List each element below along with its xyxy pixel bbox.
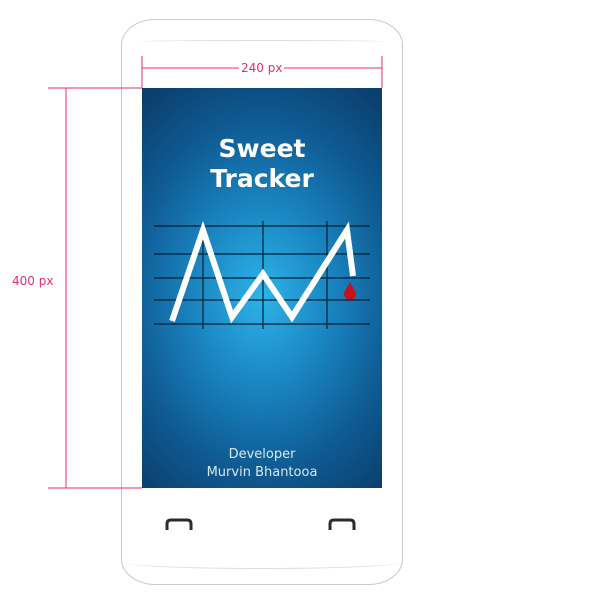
nav-left-icon[interactable] xyxy=(164,517,194,531)
phone-bottom-contour xyxy=(125,556,399,569)
splash-screen: Sweet Tracker Developer Murvin Bhantooa xyxy=(142,88,382,488)
developer-label: Developer xyxy=(228,447,296,462)
width-annotation-label: 240 px xyxy=(239,61,285,75)
nav-right-icon[interactable] xyxy=(327,517,357,531)
zigzag-graph-icon xyxy=(154,220,370,329)
height-annotation-label: 400 px xyxy=(10,274,56,288)
phone-top-contour xyxy=(141,40,384,43)
blood-drop-icon xyxy=(344,282,356,300)
developer-name: Murvin Bhantooa xyxy=(206,465,318,480)
